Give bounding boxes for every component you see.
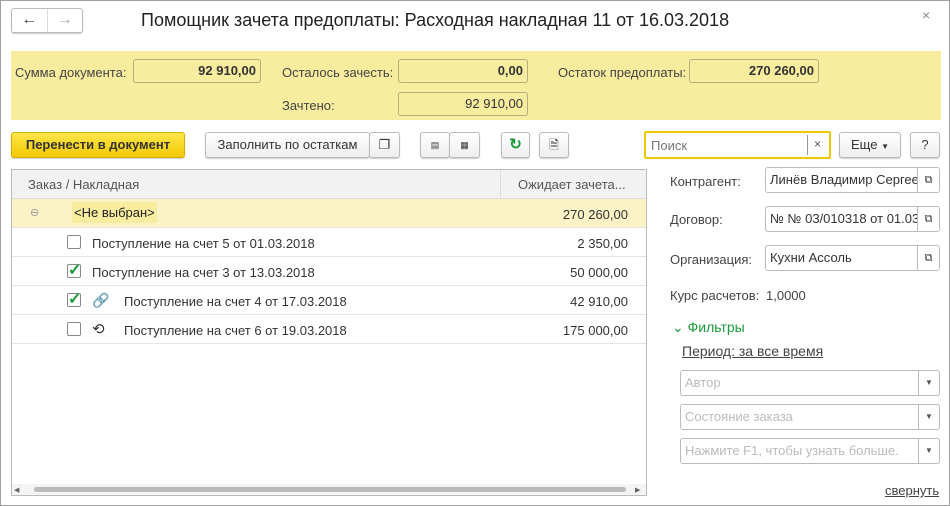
documents-table: Заказ / Накладная Ожидает зачета... ⊖ <Н… (11, 169, 647, 496)
scrollbar-thumb[interactable] (34, 487, 626, 492)
org-field[interactable]: Кухни Ассоль ⧉ (765, 245, 940, 271)
period-link[interactable]: Период: за все время (682, 343, 823, 359)
row-checkbox[interactable] (67, 322, 81, 336)
org-label: Организация: (670, 252, 753, 267)
chevron-down-icon: ⌄ (672, 319, 684, 335)
order-state-filter[interactable]: Состояние заказа ▼ (680, 404, 940, 430)
open-icon[interactable]: ⧉ (917, 207, 939, 231)
table-row[interactable]: Поступление на счет 3 от 13.03.2018 50 0… (12, 257, 646, 286)
collapse-icon[interactable]: ⊖ (30, 206, 39, 219)
author-placeholder: Автор (685, 375, 721, 390)
row-checkbox[interactable] (67, 235, 81, 249)
copy-icon[interactable]: ❐ (369, 132, 400, 158)
uncheck-all-icon[interactable]: ▤ (420, 132, 450, 158)
dropdown-arrow-icon[interactable]: ▼ (918, 371, 939, 395)
counterparty-value: Линёв Владимир Сергеевич (770, 172, 940, 187)
assistant-window: ← → Помощник зачета предоплаты: Расходна… (0, 0, 950, 506)
row-label: Поступление на счет 6 от 19.03.2018 (124, 323, 347, 338)
counterparty-label: Контрагент: (670, 174, 741, 189)
link-icon: 🔗 (92, 292, 110, 308)
check-all-icon[interactable]: ▦ (449, 132, 480, 158)
history-icon: ⟲ (92, 321, 105, 338)
more-button[interactable]: Еще ▼ (839, 132, 901, 158)
offset-field: 92 910,00 (398, 92, 528, 116)
doc-sum-field: 92 910,00 (133, 59, 261, 83)
remaining-field: 0,00 (398, 59, 528, 83)
collapse-link[interactable]: свернуть (885, 483, 939, 498)
table-row[interactable]: ⟲ Поступление на счет 6 от 19.03.2018 17… (12, 315, 646, 344)
rate-value: 1,0000 (766, 288, 806, 303)
state-placeholder: Состояние заказа (685, 409, 793, 424)
extra-filter[interactable]: Нажмите F1, чтобы узнать больше. ▼ (680, 438, 940, 464)
forward-arrow-icon[interactable]: → (48, 9, 83, 32)
search-input[interactable] (646, 133, 806, 157)
remaining-label: Осталось зачесть: (282, 65, 394, 80)
refresh-icon[interactable]: ↻ (501, 132, 530, 158)
horizontal-scrollbar[interactable]: ◀ ▶ (12, 484, 646, 495)
hint-placeholder: Нажмите F1, чтобы узнать больше. (685, 443, 899, 458)
table-row[interactable]: Поступление на счет 5 от 01.03.2018 2 35… (12, 228, 646, 257)
transfer-to-document-button[interactable]: Перенести в документ (11, 132, 185, 158)
nav-buttons: ← → (11, 8, 83, 33)
column-header-order[interactable]: Заказ / Накладная (28, 177, 139, 192)
row-checkbox[interactable] (67, 260, 81, 280)
row-amount: 175 000,00 (562, 323, 628, 338)
doc-sum-label: Сумма документа: (15, 65, 127, 80)
row-label: Поступление на счет 3 от 13.03.2018 (92, 265, 315, 280)
dropdown-arrow-icon[interactable]: ▼ (918, 405, 939, 429)
row-amount: 50 000,00 (570, 265, 628, 280)
dropdown-arrow-icon[interactable]: ▼ (918, 439, 939, 463)
contract-field[interactable]: № № 03/010318 от 01.03.2018 ⧉ (765, 206, 940, 232)
table-row[interactable]: 🔗 Поступление на счет 4 от 17.03.2018 42… (12, 286, 646, 315)
author-filter[interactable]: Автор ▼ (680, 370, 940, 396)
table-header: Заказ / Накладная Ожидает зачета... (12, 170, 646, 199)
report-icon[interactable]: 🗎 (539, 132, 569, 158)
close-icon[interactable]: × (922, 7, 930, 23)
contract-label: Договор: (670, 212, 723, 227)
row-checkbox[interactable] (67, 289, 81, 309)
counterparty-field[interactable]: Линёв Владимир Сергеевич ⧉ (765, 167, 940, 193)
org-value: Кухни Ассоль (770, 250, 852, 265)
group-amount: 270 260,00 (562, 207, 628, 222)
fill-by-balance-button[interactable]: Заполнить по остаткам (205, 132, 370, 158)
filters-title: Фильтры (687, 319, 745, 335)
row-amount: 2 350,00 (577, 236, 628, 251)
back-arrow-icon[interactable]: ← (12, 9, 48, 32)
help-button[interactable]: ? (910, 132, 940, 158)
row-amount: 42 910,00 (570, 294, 628, 309)
search-box[interactable]: × (644, 131, 831, 159)
row-label: Поступление на счет 5 от 01.03.2018 (92, 236, 315, 251)
open-icon[interactable]: ⧉ (917, 168, 939, 192)
open-icon[interactable]: ⧉ (917, 246, 939, 270)
offset-label: Зачтено: (282, 98, 335, 113)
more-label: Еще (851, 137, 878, 152)
prepay-label: Остаток предоплаты: (558, 65, 687, 80)
contract-value: № № 03/010318 от 01.03.2018 (770, 211, 940, 226)
dropdown-arrow-icon: ▼ (881, 142, 889, 151)
clear-search-icon[interactable]: × (814, 137, 821, 151)
window-title: Помощник зачета предоплаты: Расходная на… (141, 10, 730, 30)
row-label: Поступление на счет 4 от 17.03.2018 (124, 294, 347, 309)
group-row[interactable]: ⊖ <Не выбран> 270 260,00 (12, 199, 646, 228)
prepay-field: 270 260,00 (689, 59, 819, 83)
filters-toggle[interactable]: ⌄ Фильтры (672, 319, 745, 336)
rate-label: Курс расчетов: (670, 288, 760, 303)
group-label: <Не выбран> (72, 202, 157, 223)
column-header-awaiting[interactable]: Ожидает зачета... (518, 177, 626, 192)
